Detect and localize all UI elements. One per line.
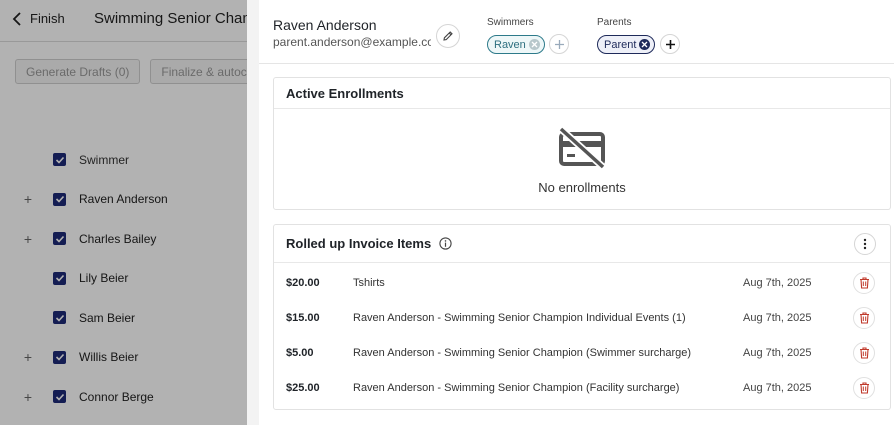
invoice-amount: $25.00 (286, 382, 320, 394)
invoice-description: Raven Anderson - Swimming Senior Champio… (353, 312, 686, 324)
invoice-amount: $5.00 (286, 347, 314, 359)
add-swimmer-button[interactable] (549, 34, 569, 54)
invoice-date: Aug 7th, 2025 (743, 347, 812, 359)
parents-label: Parents (597, 17, 632, 28)
delete-item-button[interactable] (853, 377, 875, 399)
plus-icon (665, 39, 675, 49)
profile-header: Raven Anderson parent.anderson@example.c… (259, 0, 894, 64)
delete-item-button[interactable] (853, 342, 875, 364)
invoice-item-row: $15.00 Raven Anderson - Swimming Senior C… (274, 298, 890, 333)
invoice-date: Aug 7th, 2025 (743, 277, 812, 289)
edit-profile-button[interactable] (436, 24, 460, 48)
invoice-items-card: Rolled up Invoice Items $20.00 Tshirts Aug… (273, 224, 891, 410)
trash-icon (859, 347, 869, 359)
active-enrollments-card: Active Enrollments No enrollments (273, 77, 891, 210)
invoice-amount: $20.00 (286, 277, 320, 289)
invoice-date: Aug 7th, 2025 (743, 312, 812, 324)
parent-chip-label: Parent (604, 38, 637, 51)
invoice-description: Raven Anderson - Swimming Senior Champio… (353, 347, 692, 359)
invoice-header: Rolled up Invoice Items (274, 225, 890, 263)
plus-icon (554, 39, 564, 49)
swimmer-chip-label: Raven (494, 38, 526, 51)
invoice-title: Rolled up Invoice Items (286, 236, 432, 251)
remove-parent-icon[interactable] (639, 39, 651, 50)
drawer-content: Raven Anderson parent.anderson@example.c… (259, 0, 894, 425)
invoice-menu-button[interactable] (854, 233, 876, 255)
info-icon[interactable] (439, 237, 452, 250)
profile-email: parent.anderson@example.co (273, 35, 431, 49)
add-parent-button[interactable] (660, 34, 680, 54)
invoice-date: Aug 7th, 2025 (743, 382, 812, 394)
trash-icon (859, 312, 869, 324)
remove-swimmer-icon[interactable] (528, 39, 540, 50)
profile-name: Raven Anderson (273, 17, 377, 33)
parent-chip[interactable]: Parent (597, 35, 656, 54)
invoice-item-row: $5.00 Raven Anderson - Swimming Senior Ch… (274, 333, 890, 368)
invoice-amount: $15.00 (286, 312, 320, 324)
swimmers-label: Swimmers (487, 17, 534, 28)
enrollments-header: Active Enrollments (274, 78, 890, 109)
swimmer-chip[interactable]: Raven (487, 35, 545, 54)
trash-icon (859, 277, 869, 289)
no-enrollments-text: No enrollments (538, 180, 626, 195)
delete-item-button[interactable] (853, 307, 875, 329)
detail-drawer: Raven Anderson parent.anderson@example.c… (247, 0, 894, 425)
enrollments-title: Active Enrollments (286, 85, 404, 101)
credit-card-off-icon (558, 127, 606, 169)
invoice-item-row: $25.00 Raven Anderson - Swimming Senior C… (274, 368, 890, 403)
invoice-list: $20.00 Tshirts Aug 7th, 2025 $15.00 Raven An… (274, 263, 890, 403)
trash-icon (859, 382, 869, 394)
more-vertical-icon (863, 238, 867, 250)
invoice-description: Tshirts (353, 277, 385, 289)
enrollments-empty-state: No enrollments (274, 109, 890, 209)
invoice-description: Raven Anderson - Swimming Senior Champio… (353, 382, 680, 394)
delete-item-button[interactable] (853, 272, 875, 294)
pencil-icon (443, 31, 453, 41)
invoice-item-row: $20.00 Tshirts Aug 7th, 2025 (274, 263, 890, 298)
